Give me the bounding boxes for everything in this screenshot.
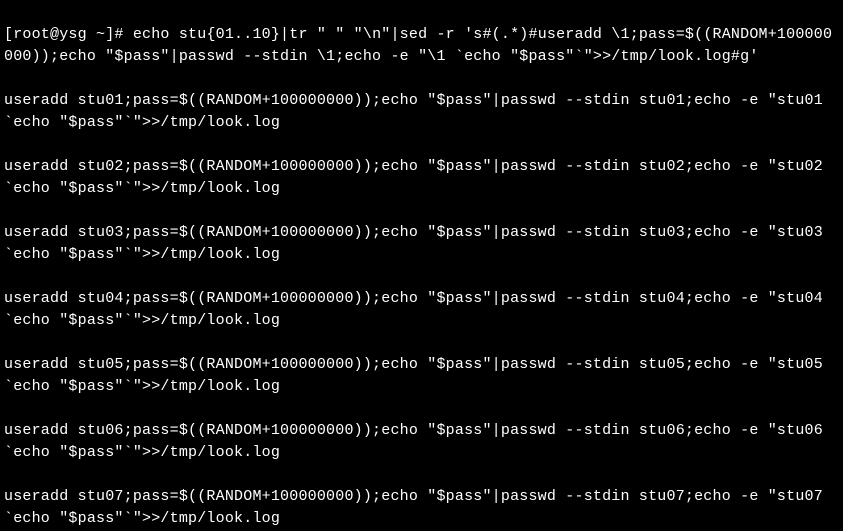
command-line: [root@ysg ~]# echo stu{01..10}|tr " " "\…: [4, 24, 839, 68]
output-line: useradd stu04;pass=$((RANDOM+100000000))…: [4, 288, 839, 332]
output-line: useradd stu05;pass=$((RANDOM+100000000))…: [4, 354, 839, 398]
output-line: useradd stu02;pass=$((RANDOM+100000000))…: [4, 156, 839, 200]
output-line: useradd stu07;pass=$((RANDOM+100000000))…: [4, 486, 839, 530]
shell-prompt: [root@ysg ~]#: [4, 26, 133, 43]
terminal-window[interactable]: [root@ysg ~]# echo stu{01..10}|tr " " "\…: [0, 0, 843, 531]
output-line: useradd stu06;pass=$((RANDOM+100000000))…: [4, 420, 839, 464]
output-line: useradd stu03;pass=$((RANDOM+100000000))…: [4, 222, 839, 266]
output-line: useradd stu01;pass=$((RANDOM+100000000))…: [4, 90, 839, 134]
